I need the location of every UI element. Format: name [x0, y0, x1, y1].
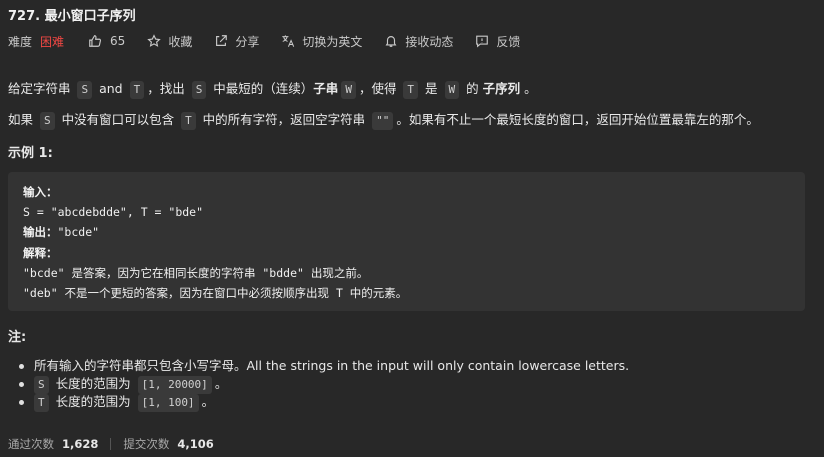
submitted-count: 4,106	[177, 437, 214, 451]
input-label: 输入：	[23, 185, 58, 199]
subscribe-label: 接收动态	[405, 34, 454, 49]
accepted-count: 1,628	[62, 437, 99, 451]
output-value: "bcde"	[57, 225, 100, 240]
desc-text: 。	[520, 81, 537, 96]
share-button[interactable]: 分享	[214, 33, 259, 50]
desc-text: 中的所有字符，返回空字符串	[198, 112, 370, 127]
problem-toolbar: 难度 困难 65 收藏 分享 切换为英文 接收动态 反馈	[8, 32, 542, 50]
note-text: 。	[214, 376, 228, 391]
list-item: 所有输入的字符串都只包含小写字母。All the strings in the …	[18, 357, 630, 375]
example-title: 示例 1:	[8, 146, 53, 161]
note-text: 。	[201, 394, 215, 409]
desc-text: and	[95, 81, 127, 96]
inline-code-W: W	[444, 81, 460, 99]
notes-list: 所有输入的字符串都只包含小写字母。All the strings in the …	[18, 357, 630, 412]
problem-page: 727. 最小窗口子序列 难度 困难 65 收藏 分享 切换为英文 接收动态 反…	[0, 0, 824, 457]
explanation-line-2: "deb" 不是一个更短的答案，因为在窗口中必须按顺序出现 T 中的元素。	[23, 286, 408, 301]
desc-text: 中最短的（连续）	[209, 81, 314, 96]
inline-code-S: S	[77, 81, 93, 99]
share-icon	[216, 35, 228, 46]
feedback-label: 反馈	[496, 34, 521, 49]
desc-text: 中没有窗口可以包含	[57, 112, 179, 127]
subscribe-button[interactable]: 接收动态	[384, 33, 453, 50]
input-value: S = "abcdebdde", T = "bde"	[23, 205, 204, 220]
stats-divider	[110, 438, 112, 450]
desc-text: 的	[462, 81, 483, 96]
inline-code-S: S	[191, 81, 207, 99]
list-item: T 长度的范围为 [1, 100]。	[18, 393, 629, 412]
submitted-label: 提交次数	[123, 437, 170, 451]
switch-language-button[interactable]: 切换为英文	[281, 33, 362, 50]
bold-subsequence: 子序列	[482, 81, 521, 96]
desc-text: ，使得	[358, 81, 401, 96]
list-item: S 长度的范围为 [1, 20000]。	[18, 375, 629, 394]
problem-title: 727. 最小窗口子序列	[8, 9, 136, 24]
notes-title: 注:	[8, 330, 27, 345]
feedback-button[interactable]: 反馈	[475, 33, 520, 50]
desc-text: ，找出	[147, 81, 189, 96]
difficulty-badge: 困难	[40, 34, 65, 49]
explanation-label: 解释：	[23, 245, 58, 260]
bell-icon	[385, 36, 397, 47]
note-text: 长度的范围为	[51, 394, 135, 409]
inline-code-T: T	[181, 112, 196, 130]
difficulty-label: 难度	[8, 34, 33, 49]
like-button[interactable]: 65	[88, 34, 125, 48]
description-paragraph-2: 如果 S 中没有窗口可以包含 T 中的所有字符，返回空字符串 "" 。如果有不止一…	[8, 109, 759, 130]
desc-text: 给定字符串	[8, 81, 75, 96]
note-1-text: 所有输入的字符串都只包含小写字母。All the strings in the …	[34, 358, 630, 373]
favorite-label: 收藏	[168, 34, 193, 49]
desc-text: 是	[421, 81, 442, 96]
switch-language-label: 切换为英文	[302, 34, 363, 49]
inline-code-range: [1, 20000]	[137, 376, 212, 394]
inline-code-T: T	[129, 81, 145, 99]
example-code-block: 输入： S = "abcdebdde", T = "bde" 输出："bcde"…	[8, 172, 805, 311]
inline-code-S: S	[34, 376, 49, 394]
thumbs-up-icon	[89, 35, 102, 47]
inline-code-W: W	[341, 81, 356, 99]
share-label: 分享	[235, 34, 260, 49]
favorite-button[interactable]: 收藏	[147, 33, 192, 50]
inline-code-T: T	[403, 81, 419, 99]
desc-text: 如果	[8, 112, 37, 127]
bold-substring: 子串	[313, 81, 339, 96]
translate-icon	[282, 35, 295, 47]
like-count: 65	[110, 34, 126, 48]
inline-code-empty-string: ""	[372, 112, 394, 130]
output-label: 输出：	[23, 225, 58, 240]
feedback-icon	[476, 35, 489, 48]
note-text: 长度的范围为	[51, 376, 135, 391]
desc-text: 。如果有不止一个最短长度的窗口，返回开始位置最靠左的那个。	[396, 112, 759, 127]
inline-code-T: T	[34, 394, 49, 412]
star-icon	[147, 34, 162, 47]
submission-stats: 通过次数 1,628 提交次数 4,106	[8, 436, 214, 452]
inline-code-range: [1, 100]	[137, 394, 199, 412]
inline-code-S: S	[39, 112, 55, 130]
accepted-label: 通过次数	[8, 437, 54, 451]
description-paragraph-1: 给定字符串 S and T ，找出 S 中最短的（连续）子串 W ，使得 T 是 W …	[8, 78, 537, 99]
explanation-line-1: "bcde" 是答案，因为它在相同长度的字符串 "bdde" 出现之前。	[23, 265, 369, 280]
